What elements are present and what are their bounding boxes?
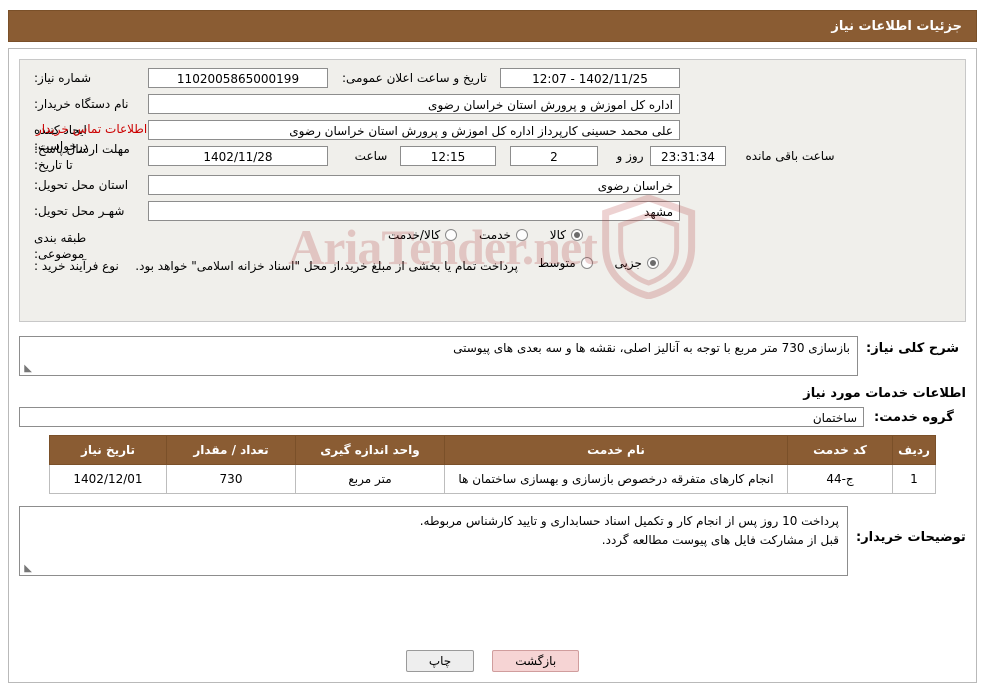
col-name: نام خدمت [444,435,788,465]
province-value: خراسان رضوی [148,175,680,195]
category-option-kala-khedmat[interactable]: کالا/خدمت [388,228,458,242]
radio-icon[interactable] [571,229,583,241]
countdown-value: 23:31:34 [650,146,726,166]
category-option-khedmat[interactable]: خدمت [479,228,528,242]
content-frame: شماره نیاز: 1102005865000199 تاریخ و ساع… [8,48,977,683]
radio-icon[interactable] [580,257,593,269]
services-table: ردیف کد خدمت نام خدمت واحد اندازه گیری ت… [49,435,936,494]
days-label: روز و [616,149,644,163]
cell-date: 1402/12/01 [49,464,167,494]
cell-unit: متر مربع [295,464,445,494]
need-number-value: 1102005865000199 [148,68,328,88]
page-title: جزئیات اطلاعات نیاز [831,18,962,34]
radio-icon[interactable] [445,229,458,241]
resize-grip-icon[interactable]: ◣ [22,364,32,374]
need-info-panel: شماره نیاز: 1102005865000199 تاریخ و ساع… [19,59,966,322]
print-button[interactable]: چاپ [405,650,475,672]
remaining-label: ساعت باقی مانده [745,149,835,163]
buyer-notes-label: توضیحات خریدار: [856,530,966,545]
buyer-contact-link[interactable]: اطلاعات تماس خریدار [36,122,147,136]
buyer-notes-line-1: پرداخت 10 روز پس از انجام کار و تکمیل اس… [419,514,839,528]
description-label: شرح کلی نیاز: [866,341,960,356]
category-option-kala[interactable]: کالا [550,228,583,242]
page-header: جزئیات اطلاعات نیاز [8,10,977,42]
service-group-row: گروه خدمت: ساختمان [9,407,966,427]
radio-icon[interactable] [646,257,659,269]
cell-name: انجام کارهای متفرقه درخصوص بازسازی و بهس… [444,464,788,494]
services-section-title: اطلاعات خدمات مورد نیاز [803,386,966,401]
purchase-option-jozyi[interactable]: جزیی [615,256,659,270]
deadline-hour-value: 12:15 [400,146,496,166]
buyer-notes-line-2: قبل از مشارکت فایل های پیوست مطالعه گردد… [601,533,839,548]
deadline-hour-label: ساعت [354,149,388,163]
buyer-notes-textarea[interactable]: پرداخت 10 روز پس از انجام کار و تکمیل اس… [19,506,848,576]
cell-code: ج-44 [787,464,893,494]
purchase-option-motevaset[interactable]: متوسط [538,256,593,270]
description-section: شرح کلی نیاز: بازسازی 730 متر مربع با تو… [19,332,966,376]
description-value: بازسازی 730 متر مربع با توجه به آنالیز ا… [453,341,850,355]
days-remaining-value: 2 [510,146,598,166]
purchase-note: پرداخت تمام یا بخشی از مبلغ خرید،از محل … [135,259,518,273]
table-header-row: ردیف کد خدمت نام خدمت واحد اندازه گیری ت… [49,435,936,465]
requester-value: علی محمد حسینی کارپرداز اداره کل اموزش و… [148,120,680,140]
cell-row: 1 [892,464,936,494]
radio-icon[interactable] [515,229,528,241]
buyer-org-value: اداره کل اموزش و پرورش استان خراسان رضوی [148,94,680,114]
col-quantity: تعداد / مقدار [166,435,296,465]
public-announce-label: تاریخ و ساعت اعلان عمومی: [342,71,487,85]
deadline-date-value: 1402/11/28 [148,146,328,166]
service-group-value: ساختمان [19,407,864,427]
col-unit: واحد اندازه گیری [295,435,445,465]
back-button[interactable]: بازگشت [492,650,580,672]
description-textarea[interactable]: بازسازی 730 متر مربع با توجه به آنالیز ا… [19,336,858,376]
province-label: استان محل تحویل: [34,178,129,192]
cell-quantity: 730 [166,464,296,494]
buyer-org-label: نام دستگاه خریدار: [34,97,129,111]
need-number-label: شماره نیاز: [34,71,91,85]
resize-grip-icon[interactable]: ◣ [22,564,32,574]
col-date: تاریخ نیاز [49,435,167,465]
city-label: شهـر محل تحویل: [34,204,125,218]
col-row: ردیف [892,435,936,465]
public-announce-value: 1402/11/25 - 12:07 [500,68,680,88]
service-group-label: گروه خدمت: [874,409,954,425]
purchase-type-radio-group: جزیی متوسط [520,256,659,272]
table-row: 1 ج-44 انجام کارهای متفرقه درخصوص بازساز… [49,464,936,494]
category-radio-group: کالا خدمت کالا/خدمت [370,228,583,244]
buyer-notes-section: توضیحات خریدار: پرداخت 10 روز پس از انجا… [19,506,966,576]
deadline-label: مهلت ارسال پاسخ: تا تاریخ: [34,142,130,172]
city-value: مشهد [148,201,680,221]
col-code: کد خدمت [787,435,893,465]
footer-actions: بازگشت چاپ [9,650,976,672]
